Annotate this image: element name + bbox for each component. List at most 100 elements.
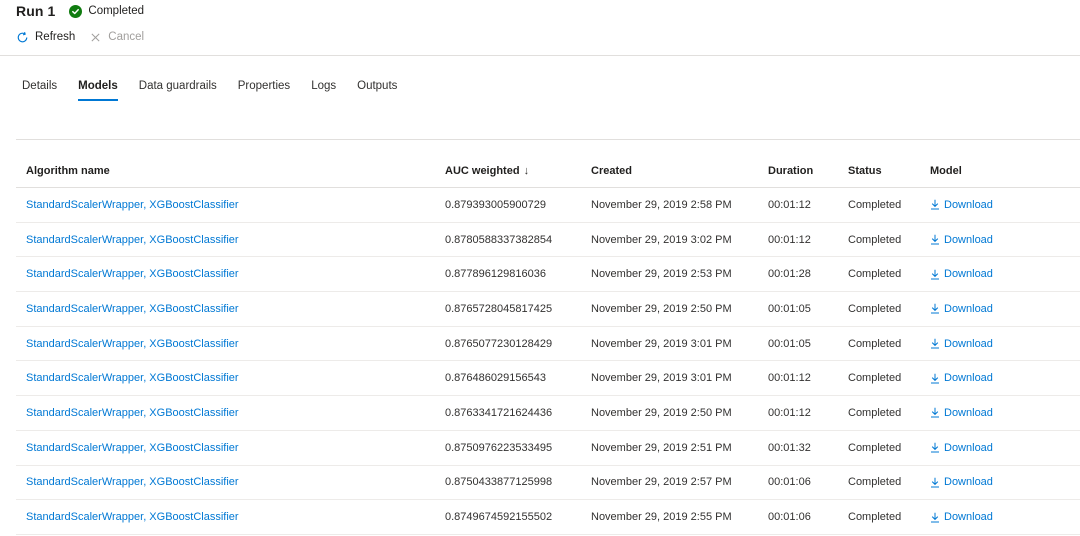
auc-value: 0.8780588337382854 — [445, 233, 553, 246]
table-row[interactable]: StandardScalerWrapper, XGBoostClassifier… — [16, 292, 1080, 327]
refresh-label: Refresh — [35, 31, 76, 43]
model-cell: Download — [930, 466, 993, 500]
table-row[interactable]: StandardScalerWrapper, XGBoostClassifier… — [16, 431, 1080, 466]
download-label: Download — [944, 476, 993, 489]
column-header-duration[interactable]: Duration — [768, 154, 813, 187]
download-icon — [930, 442, 944, 453]
download-icon — [930, 269, 944, 280]
table-row[interactable]: StandardScalerWrapper, XGBoostClassifier… — [16, 361, 1080, 397]
algorithm-link[interactable]: StandardScalerWrapper, XGBoostClassifier — [26, 500, 239, 534]
created-value: November 29, 2019 2:51 PM — [591, 441, 732, 454]
table-row[interactable]: StandardScalerWrapper, XGBoostClassifier… — [16, 223, 1080, 258]
download-icon — [930, 199, 944, 210]
auc-value: 0.8763341721624436 — [445, 406, 553, 419]
run-status: Completed — [69, 4, 145, 18]
table-row[interactable]: StandardScalerWrapper, XGBoostClassifier… — [16, 257, 1080, 293]
duration-value: 00:01:05 — [768, 302, 811, 315]
tab-logs[interactable]: Logs — [311, 78, 336, 102]
auc-value: 0.877896129816036 — [445, 268, 546, 281]
download-link[interactable]: Download — [930, 511, 993, 523]
auc-value: 0.8765728045817425 — [445, 302, 553, 315]
status-value: Completed — [848, 476, 902, 489]
download-link[interactable]: Download — [930, 268, 993, 280]
cancel-label: Cancel — [108, 31, 145, 43]
download-link[interactable]: Download — [930, 338, 993, 350]
download-label: Download — [944, 337, 993, 350]
algorithm-link[interactable]: StandardScalerWrapper, XGBoostClassifier — [26, 188, 239, 222]
auc-value: 0.879393005900729 — [445, 198, 546, 211]
download-icon — [930, 338, 944, 349]
created-value: November 29, 2019 2:57 PM — [591, 476, 732, 489]
tab-details[interactable]: Details — [22, 78, 57, 102]
tab-data-guardrails[interactable]: Data guardrails — [139, 78, 217, 102]
cancel-button[interactable]: Cancel — [89, 31, 144, 44]
download-icon — [930, 407, 944, 418]
download-link[interactable]: Download — [930, 476, 993, 488]
download-icon — [930, 373, 944, 384]
tab-list: Details Models Data guardrails Propertie… — [22, 78, 418, 104]
algorithm-link[interactable]: StandardScalerWrapper, XGBoostClassifier — [26, 361, 239, 395]
download-label: Download — [944, 233, 993, 246]
status-value: Completed — [848, 337, 902, 350]
algorithm-link[interactable]: StandardScalerWrapper, XGBoostClassifier — [26, 223, 239, 257]
table-body: StandardScalerWrapper, XGBoostClassifier… — [16, 188, 1080, 535]
model-cell: Download — [930, 257, 993, 291]
status-value: Completed — [848, 268, 902, 281]
duration-value: 00:01:12 — [768, 233, 811, 246]
table-row[interactable]: StandardScalerWrapper, XGBoostClassifier… — [16, 327, 1080, 362]
algorithm-link[interactable]: StandardScalerWrapper, XGBoostClassifier — [26, 431, 239, 465]
table-row[interactable]: StandardScalerWrapper, XGBoostClassifier… — [16, 500, 1080, 535]
column-header-model[interactable]: Model — [930, 154, 962, 187]
duration-value: 00:01:32 — [768, 441, 811, 454]
status-value: Completed — [848, 406, 902, 419]
model-cell: Download — [930, 327, 993, 361]
download-label: Download — [944, 511, 993, 524]
download-link[interactable]: Download — [930, 199, 993, 211]
header-divider — [0, 55, 1080, 56]
duration-value: 00:01:06 — [768, 476, 811, 489]
table-row[interactable]: StandardScalerWrapper, XGBoostClassifier… — [16, 396, 1080, 431]
table-row[interactable]: StandardScalerWrapper, XGBoostClassifier… — [16, 466, 1080, 501]
column-header-status[interactable]: Status — [848, 154, 882, 187]
download-icon — [930, 512, 944, 523]
download-label: Download — [944, 372, 993, 385]
download-link[interactable]: Download — [930, 442, 993, 454]
column-header-created[interactable]: Created — [591, 154, 632, 187]
download-label: Download — [944, 441, 993, 454]
run-status-label: Completed — [88, 5, 145, 17]
status-value: Completed — [848, 302, 902, 315]
column-header-algorithm[interactable]: Algorithm name — [26, 154, 110, 187]
tab-outputs[interactable]: Outputs — [357, 78, 397, 102]
duration-value: 00:01:12 — [768, 406, 811, 419]
algorithm-link[interactable]: StandardScalerWrapper, XGBoostClassifier — [26, 396, 239, 430]
duration-value: 00:01:28 — [768, 268, 811, 281]
auc-value: 0.8750433877125998 — [445, 476, 553, 489]
refresh-button[interactable]: Refresh — [16, 31, 75, 44]
model-cell: Download — [930, 188, 993, 222]
content-divider — [16, 139, 1080, 140]
algorithm-link[interactable]: StandardScalerWrapper, XGBoostClassifier — [26, 292, 239, 326]
download-link[interactable]: Download — [930, 407, 993, 419]
table-row[interactable]: StandardScalerWrapper, XGBoostClassifier… — [16, 188, 1080, 223]
download-link[interactable]: Download — [930, 303, 993, 315]
tab-properties[interactable]: Properties — [238, 78, 290, 102]
auc-value: 0.8749674592155502 — [445, 511, 553, 524]
download-label: Download — [944, 406, 993, 419]
model-cell: Download — [930, 223, 993, 257]
algorithm-link[interactable]: StandardScalerWrapper, XGBoostClassifier — [26, 257, 239, 291]
created-value: November 29, 2019 3:01 PM — [591, 372, 732, 385]
duration-value: 00:01:06 — [768, 511, 811, 524]
download-link[interactable]: Download — [930, 372, 993, 384]
algorithm-link[interactable]: StandardScalerWrapper, XGBoostClassifier — [26, 327, 239, 361]
command-bar: Refresh Cancel — [16, 28, 144, 46]
close-icon — [89, 31, 102, 44]
status-value: Completed — [848, 441, 902, 454]
duration-value: 00:01:05 — [768, 337, 811, 350]
tab-models[interactable]: Models — [78, 78, 118, 102]
algorithm-link[interactable]: StandardScalerWrapper, XGBoostClassifier — [26, 466, 239, 500]
model-cell: Download — [930, 431, 993, 465]
column-header-auc[interactable]: AUC weighted ↓ — [445, 154, 529, 187]
download-icon — [930, 234, 944, 245]
model-cell: Download — [930, 396, 993, 430]
download-link[interactable]: Download — [930, 234, 993, 246]
